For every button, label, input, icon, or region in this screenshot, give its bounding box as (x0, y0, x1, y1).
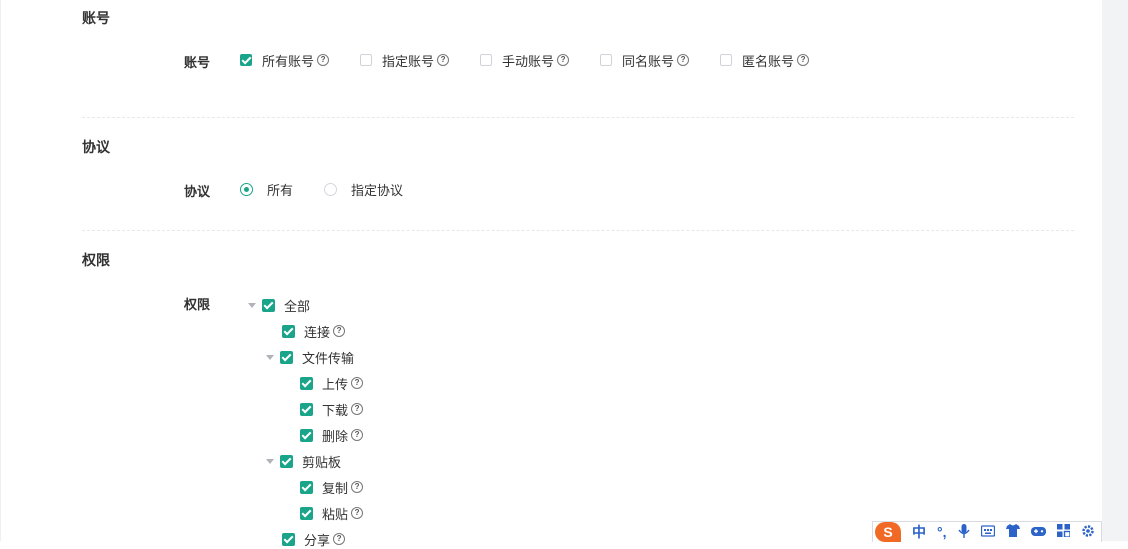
help-icon[interactable]: ? (317, 54, 330, 66)
tree-node-label: 连接 (304, 324, 331, 340)
checkbox[interactable] (240, 54, 252, 66)
checkbox[interactable] (300, 428, 313, 442)
help-icon[interactable]: ? (333, 325, 346, 337)
protocol-option-all[interactable]: 所有 (240, 179, 293, 199)
tree-node-download[interactable]: 下载 ? (300, 399, 364, 419)
grid-icon[interactable] (1056, 524, 1071, 540)
protocol-field-label: 协议 (184, 184, 211, 199)
tree-node-label: 下载 (322, 402, 349, 418)
checkbox[interactable] (280, 454, 293, 468)
tree-node-copy[interactable]: 复制 ? (300, 477, 364, 497)
tree-node-label: 分享 (304, 532, 331, 548)
keyboard-icon[interactable] (980, 524, 995, 540)
checkbox[interactable] (300, 402, 313, 416)
collapse-caret-icon[interactable] (266, 354, 274, 360)
tree-node-file-transfer[interactable]: 文件传输 (266, 347, 354, 367)
tree-node-label: 上传 (322, 376, 349, 392)
account-section-title: 账号 (82, 10, 110, 26)
gamepad-icon[interactable] (1030, 524, 1046, 540)
account-option-manual[interactable]: 手动账号 ? (480, 50, 570, 70)
collapse-caret-icon[interactable] (248, 302, 256, 308)
ime-logo-icon[interactable]: S (875, 522, 901, 542)
protocol-section-title: 协议 (82, 139, 110, 155)
tree-node-label: 全部 (284, 298, 311, 314)
checkbox[interactable] (262, 298, 275, 312)
tree-node-label: 删除 (322, 428, 349, 444)
option-label: 所有 (267, 182, 294, 198)
checkbox[interactable] (300, 376, 313, 390)
permission-section-title: 权限 (82, 252, 110, 268)
checkbox[interactable] (720, 54, 732, 66)
ime-punctuation-toggle[interactable]: °, (937, 524, 947, 540)
tree-node-label: 剪贴板 (302, 454, 342, 470)
tree-node-label: 复制 (322, 480, 349, 496)
help-icon[interactable]: ? (437, 54, 450, 66)
radio[interactable] (324, 182, 337, 196)
help-icon[interactable]: ? (351, 481, 364, 493)
section-divider (82, 117, 1074, 118)
collapse-caret-icon[interactable] (266, 458, 274, 464)
checkbox[interactable] (282, 324, 295, 338)
checkbox[interactable] (600, 54, 612, 66)
mic-icon[interactable] (957, 523, 970, 541)
help-icon[interactable]: ? (797, 54, 810, 66)
ime-toolbar: S 中 °, (872, 521, 1102, 542)
protocol-option-specified[interactable]: 指定协议 (324, 179, 403, 199)
option-label: 同名账号 (622, 53, 675, 69)
radio[interactable] (240, 182, 253, 196)
account-field-label: 账号 (184, 55, 211, 70)
permission-field-label: 权限 (184, 297, 211, 312)
option-label: 匿名账号 (742, 53, 795, 69)
checkbox[interactable] (282, 532, 295, 546)
shirt-icon[interactable] (1005, 524, 1020, 540)
tree-node-delete[interactable]: 删除 ? (300, 425, 364, 445)
settings-icon[interactable] (1081, 524, 1095, 541)
account-option-specified[interactable]: 指定账号 ? (360, 50, 450, 70)
checkbox[interactable] (300, 506, 313, 520)
section-divider (82, 230, 1074, 231)
policy-form-panel: 账号 账号 所有账号 ? 指定账号 ? 手动账号 ? 同名账号 ? 匿名账号 ?… (0, 0, 1103, 548)
checkbox[interactable] (480, 54, 492, 66)
tree-node-all[interactable]: 全部 (248, 295, 310, 315)
account-option-all[interactable]: 所有账号 ? (240, 50, 330, 70)
tree-node-upload[interactable]: 上传 ? (300, 373, 364, 393)
option-label: 所有账号 (262, 53, 315, 69)
tree-node-share[interactable]: 分享 ? (282, 529, 346, 549)
checkbox[interactable] (360, 54, 372, 66)
tree-node-label: 文件传输 (302, 350, 355, 366)
help-icon[interactable]: ? (351, 429, 364, 441)
help-icon[interactable]: ? (557, 54, 570, 66)
help-icon[interactable]: ? (333, 533, 346, 545)
option-label: 指定账号 (382, 53, 435, 69)
help-icon[interactable]: ? (351, 403, 364, 415)
help-icon[interactable]: ? (677, 54, 690, 66)
tree-node-label: 粘贴 (322, 506, 349, 522)
ime-mode-toggle[interactable]: 中 (912, 522, 926, 542)
scrollbar-track[interactable] (1102, 0, 1128, 541)
option-label: 手动账号 (502, 53, 555, 69)
tree-node-clipboard[interactable]: 剪贴板 (266, 451, 341, 471)
account-option-same-name[interactable]: 同名账号 ? (600, 50, 690, 70)
checkbox[interactable] (300, 480, 313, 494)
checkbox[interactable] (280, 350, 293, 364)
account-option-anonymous[interactable]: 匿名账号 ? (720, 50, 810, 70)
tree-node-paste[interactable]: 粘贴 ? (300, 503, 364, 523)
help-icon[interactable]: ? (351, 507, 364, 519)
tree-node-connect[interactable]: 连接 ? (282, 321, 346, 341)
help-icon[interactable]: ? (351, 377, 364, 389)
option-label: 指定协议 (351, 182, 404, 198)
